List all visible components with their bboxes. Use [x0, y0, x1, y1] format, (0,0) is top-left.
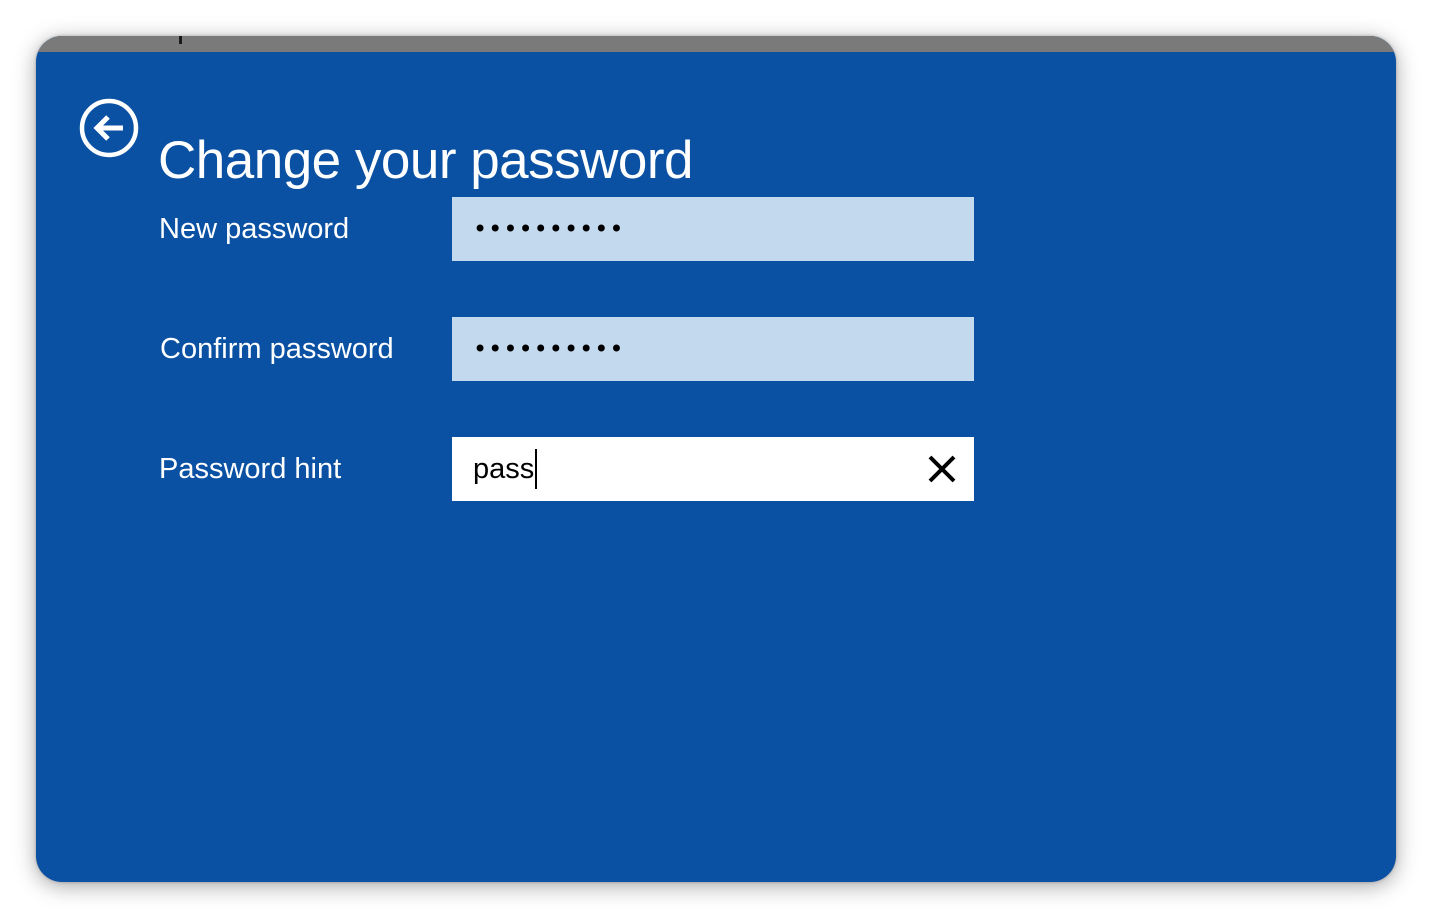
title-bar-mark: [179, 36, 182, 44]
back-button[interactable]: [79, 98, 139, 158]
text-caret: [535, 449, 538, 489]
password-hint-value: pass: [473, 452, 535, 485]
title-bar: [36, 36, 1396, 52]
password-hint-field[interactable]: pass: [452, 437, 974, 501]
confirm-password-value: ••••••••••: [473, 335, 625, 363]
clear-hint-button[interactable]: [924, 451, 960, 487]
page-title: Change your password: [158, 130, 694, 190]
confirm-password-label: Confirm password: [160, 333, 394, 365]
confirm-password-field[interactable]: ••••••••••: [452, 317, 974, 381]
new-password-field[interactable]: ••••••••••: [452, 197, 974, 261]
new-password-label: New password: [159, 213, 350, 245]
back-arrow-circle-icon: [79, 98, 139, 158]
close-icon: [924, 455, 960, 491]
new-password-value: ••••••••••: [473, 215, 625, 243]
password-hint-label: Password hint: [159, 453, 342, 485]
change-password-window: Change your password New password ••••••…: [36, 36, 1396, 882]
